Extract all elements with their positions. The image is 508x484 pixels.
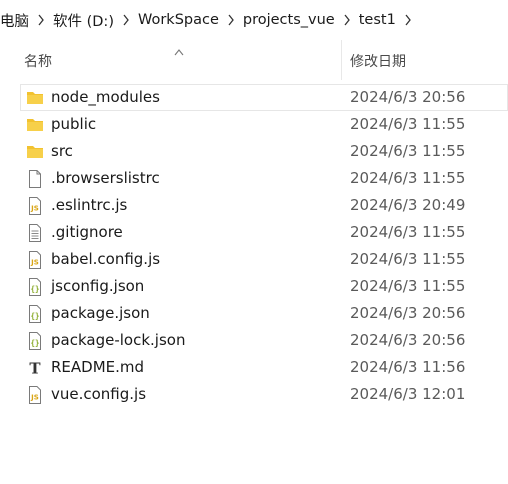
svg-text:T: T: [29, 360, 41, 378]
file-name: .gitignore: [51, 223, 123, 241]
text-file-icon: [25, 223, 45, 243]
file-name: babel.config.js: [51, 250, 161, 268]
file-name: README.md: [51, 358, 145, 376]
json-file-icon: {}: [25, 304, 45, 324]
file-name: .eslintrc.js: [51, 196, 128, 214]
file-date: 2024/6/3 20:56: [350, 304, 466, 322]
file-name: package.json: [51, 304, 150, 322]
breadcrumb-item-drive-d[interactable]: 软件 (D:): [51, 8, 116, 32]
chevron-right-icon[interactable]: [221, 8, 241, 32]
file-name: package-lock.json: [51, 331, 186, 349]
file-row[interactable]: JS vue.config.js 2024/6/3 12:01: [0, 381, 508, 408]
sort-ascending-icon: [174, 41, 184, 56]
file-name: public: [51, 115, 97, 133]
file-name: jsconfig.json: [51, 277, 145, 295]
file-date: 2024/6/3 20:56: [350, 88, 466, 106]
file-row[interactable]: JS .eslintrc.js 2024/6/3 20:49: [0, 192, 508, 219]
file-row[interactable]: .browserslistrc 2024/6/3 11:55: [0, 165, 508, 192]
svg-text:JS: JS: [30, 205, 39, 213]
file-row[interactable]: .gitignore 2024/6/3 11:55: [0, 219, 508, 246]
svg-text:{}: {}: [30, 285, 39, 294]
json-file-icon: {}: [25, 331, 45, 351]
file-row[interactable]: {} package.json 2024/6/3 20:56: [0, 300, 508, 327]
js-file-icon: JS: [25, 385, 45, 405]
folder-icon: [25, 115, 45, 135]
file-name: vue.config.js: [51, 385, 147, 403]
breadcrumb-item-test1[interactable]: test1: [357, 8, 398, 32]
svg-text:{}: {}: [30, 312, 39, 321]
js-file-icon: JS: [25, 250, 45, 270]
svg-text:{}: {}: [30, 339, 39, 348]
file-row[interactable]: node_modules 2024/6/3 20:56: [0, 84, 508, 111]
file-date: 2024/6/3 11:55: [350, 277, 466, 295]
chevron-right-icon[interactable]: [398, 8, 418, 32]
chevron-right-icon[interactable]: [116, 8, 136, 32]
file-date: 2024/6/3 12:01: [350, 385, 466, 403]
folder-icon: [25, 142, 45, 162]
svg-text:JS: JS: [30, 259, 39, 267]
file-row[interactable]: JS babel.config.js 2024/6/3 11:55: [0, 246, 508, 273]
breadcrumb-item-workspace[interactable]: WorkSpace: [136, 8, 221, 32]
column-divider[interactable]: [341, 40, 342, 80]
svg-text:JS: JS: [30, 394, 39, 402]
breadcrumb-item-this-pc[interactable]: 电脑: [0, 8, 31, 32]
file-date: 2024/6/3 11:55: [350, 115, 466, 133]
file-row[interactable]: T README.md 2024/6/3 11:56: [0, 354, 508, 381]
column-header-name[interactable]: 名称: [24, 51, 52, 71]
file-date: 2024/6/3 11:55: [350, 169, 466, 187]
file-name: src: [51, 142, 73, 160]
file-row[interactable]: {} jsconfig.json 2024/6/3 11:55: [0, 273, 508, 300]
file-row[interactable]: src 2024/6/3 11:55: [0, 138, 508, 165]
file-row[interactable]: {} package-lock.json 2024/6/3 20:56: [0, 327, 508, 354]
breadcrumb-item-projects-vue[interactable]: projects_vue: [241, 8, 337, 32]
file-row[interactable]: public 2024/6/3 11:55: [0, 111, 508, 138]
column-header: 名称 修改日期: [0, 40, 508, 80]
breadcrumb: 电脑 软件 (D:) WorkSpace projects_vue test1: [0, 0, 508, 40]
file-date: 2024/6/3 20:49: [350, 196, 466, 214]
folder-icon: [25, 88, 45, 108]
file-date: 2024/6/3 11:56: [350, 358, 466, 376]
chevron-right-icon[interactable]: [337, 8, 357, 32]
markdown-file-icon: T: [25, 358, 45, 378]
file-date: 2024/6/3 11:55: [350, 142, 466, 160]
js-file-icon: JS: [25, 196, 45, 216]
file-name: .browserslistrc: [51, 169, 160, 187]
chevron-right-icon[interactable]: [31, 8, 51, 32]
file-date: 2024/6/3 20:56: [350, 331, 466, 349]
file-date: 2024/6/3 11:55: [350, 250, 466, 268]
blank-file-icon: [25, 169, 45, 189]
column-header-date-modified[interactable]: 修改日期: [350, 51, 406, 71]
json-file-icon: {}: [25, 277, 45, 297]
file-date: 2024/6/3 11:55: [350, 223, 466, 241]
file-name: node_modules: [51, 88, 160, 106]
